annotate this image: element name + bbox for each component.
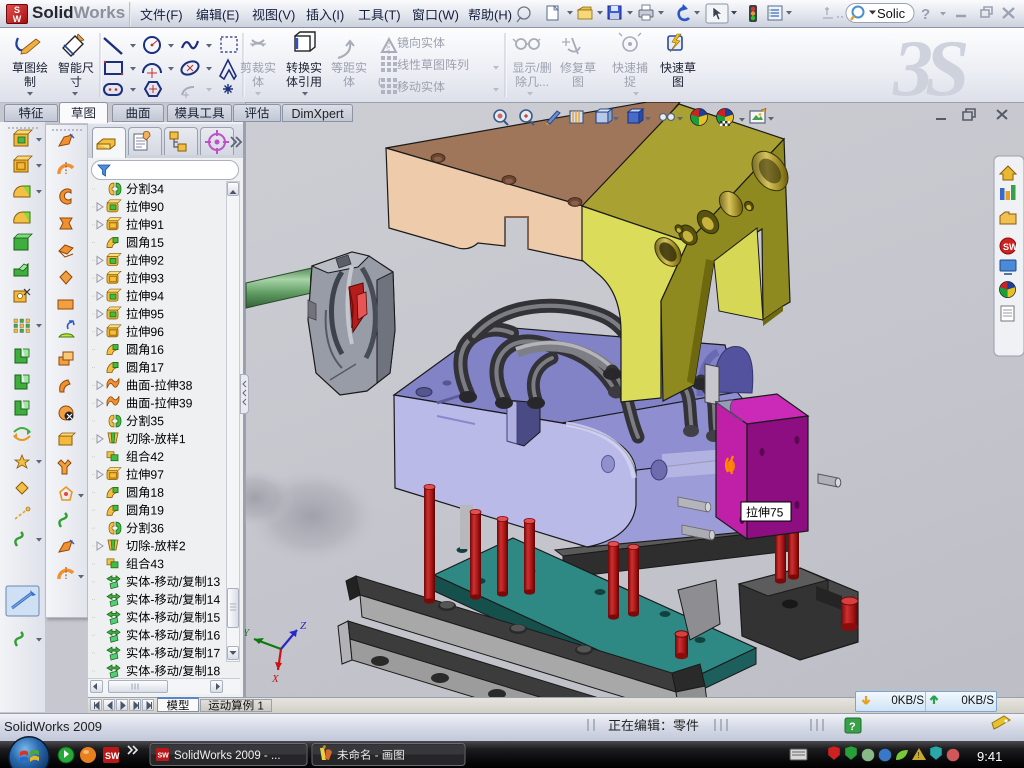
svg-text:SW: SW	[105, 751, 120, 761]
svg-text:SolidWorks 2009 - ...: SolidWorks 2009 - ...	[174, 750, 281, 762]
svg-text:SW: SW	[158, 753, 170, 760]
svg-text:9:41: 9:41	[977, 749, 1002, 764]
svg-text:!: !	[918, 751, 920, 760]
